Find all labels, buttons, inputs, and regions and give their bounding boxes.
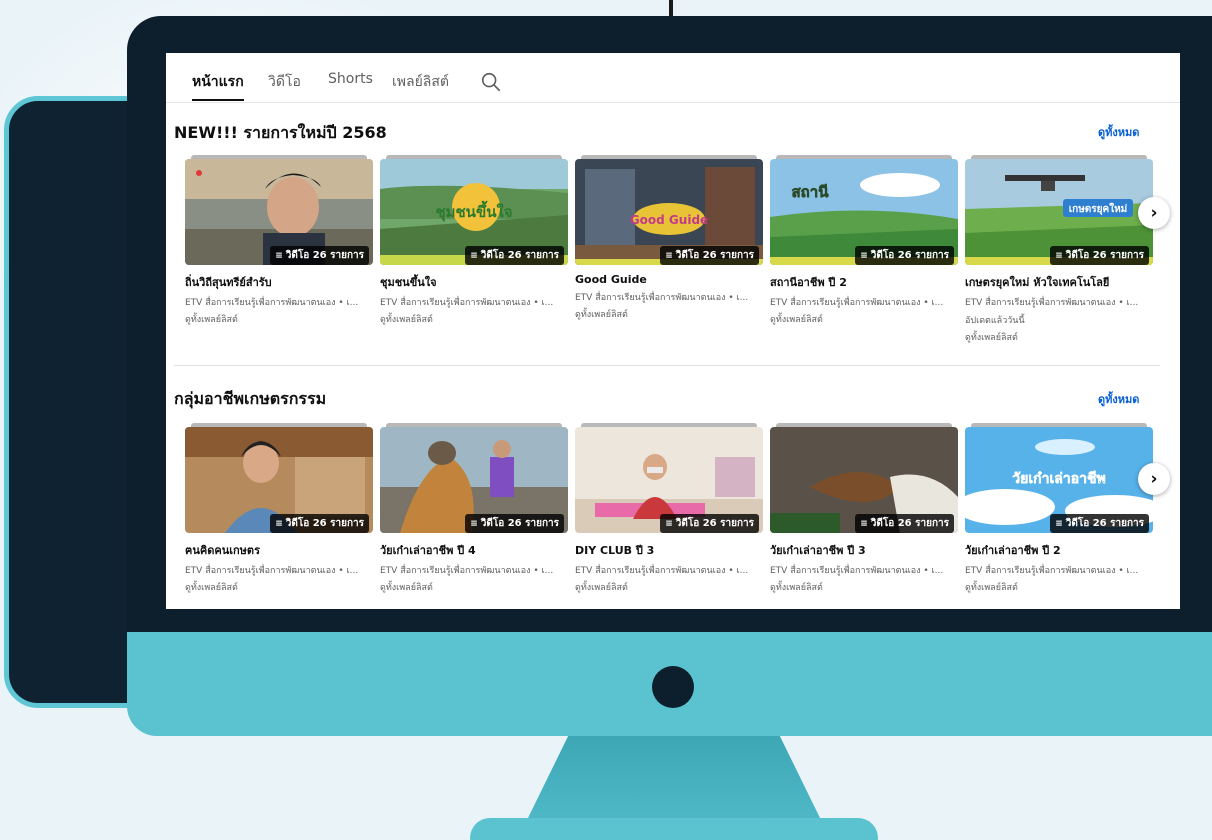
chevron-right-icon: ›: [1150, 469, 1158, 489]
monitor-stand-base: [470, 818, 878, 840]
playlist-card[interactable]: เกษตรยุคใหม่ ≡ วิดีโอ 26 รายการ เกษตรยุคใ…: [965, 155, 1153, 344]
view-playlist-link[interactable]: ดูทั้งเพลย์ลิสต์: [770, 312, 958, 326]
thumbnail-wrap: ≡ วิดีโอ 26 รายการ: [185, 155, 373, 269]
thumb-title-text: เกษตรยุคใหม่: [1069, 202, 1128, 215]
view-playlist-link[interactable]: ดูทั้งเพลย์ลิสต์: [575, 307, 763, 321]
tab-playlists[interactable]: เพลย์ลิสต์: [392, 71, 449, 93]
see-all-link[interactable]: ดูทั้งหมด: [1098, 123, 1139, 141]
view-playlist-link[interactable]: ดูทั้งเพลย์ลิสต์: [380, 312, 568, 326]
card-channel[interactable]: ETV สื่อการเรียนรู้เพื่อการพัฒนาตนเอง • …: [575, 290, 763, 304]
card-title[interactable]: ชุมชนขึ้นใจ: [380, 273, 568, 291]
thumbnail-wrap: Good Guide ≡ วิดีโอ 26 รายการ: [575, 155, 763, 269]
view-playlist-link[interactable]: ดูทั้งเพลย์ลิสต์: [965, 580, 1153, 594]
playlist-card[interactable]: ≡ วิดีโอ 26 รายการ DIY CLUB ปี 3 ETV สื่อ…: [575, 423, 763, 594]
video-count-badge: ≡ วิดีโอ 26 รายการ: [465, 514, 564, 533]
playlist-icon: ≡: [470, 250, 478, 261]
view-playlist-link[interactable]: ดูทั้งเพลย์ลิสต์: [575, 580, 763, 594]
playlist-card[interactable]: ≡ วิดีโอ 26 รายการ ฅนคิดคนเกษตร ETV สื่อก…: [185, 423, 373, 594]
card-channel[interactable]: ETV สื่อการเรียนรู้เพื่อการพัฒนาตนเอง • …: [380, 563, 568, 577]
next-arrow-button[interactable]: ›: [1138, 463, 1170, 495]
thumb-title-text: Good Guide: [630, 213, 708, 227]
thumbnail-wrap: ≡ วิดีโอ 26 รายการ: [575, 423, 763, 537]
thumbnail-wrap: วัยเก๋าเล่าอาชีพ ≡ วิดีโอ 26 รายการ: [965, 423, 1153, 537]
card-channel[interactable]: ETV สื่อการเรียนรู้เพื่อการพัฒนาตนเอง • …: [770, 295, 958, 309]
tab-shorts[interactable]: Shorts: [328, 71, 373, 87]
thumbnail-wrap: สถานี ≡ วิดีโอ 26 รายการ: [770, 155, 958, 269]
card-title[interactable]: วัยเก๋าเล่าอาชีพ ปี 4: [380, 541, 568, 559]
card-title[interactable]: สถานีอาชีพ ปี 2: [770, 273, 958, 291]
section-title-agriculture: กลุ่มอาชีพเกษตรกรรม: [174, 389, 327, 408]
card-title[interactable]: ถิ่นวิถีสุนทรีย์สำรับ: [185, 273, 373, 291]
card-updated: อัปเดตแล้ววันนี้: [965, 316, 1025, 326]
playlist-card[interactable]: Good Guide ≡ วิดีโอ 26 รายการ Good Guide …: [575, 155, 763, 321]
playlist-icon: ≡: [665, 518, 673, 529]
see-all-link[interactable]: ดูทั้งหมด: [1098, 390, 1139, 408]
playlist-icon: ≡: [860, 518, 868, 529]
video-count-badge: ≡ วิดีโอ 26 รายการ: [855, 514, 954, 533]
playlist-icon: ≡: [275, 518, 283, 529]
playlist-card[interactable]: วัยเก๋าเล่าอาชีพ ≡ วิดีโอ 26 รายการ วัยเก…: [965, 423, 1153, 594]
thumbnail-wrap: ชุมชนขึ้นใจ ≡ วิดีโอ 26 รายการ: [380, 155, 568, 269]
playlist-icon: ≡: [1055, 518, 1063, 529]
thumbnail-wrap: ≡ วิดีโอ 26 รายการ: [185, 423, 373, 537]
playlist-card[interactable]: ≡ วิดีโอ 26 รายการ วัยเก๋าเล่าอาชีพ ปี 3 …: [770, 423, 958, 594]
tab-videos[interactable]: วิดีโอ: [268, 71, 301, 93]
section-title-new: NEW!!! รายการใหม่ปี 2568: [174, 123, 387, 142]
video-count-badge: ≡ วิดีโอ 26 รายการ: [1050, 246, 1149, 265]
monitor-stand-neck: [527, 736, 821, 820]
next-arrow-button[interactable]: ›: [1138, 197, 1170, 229]
video-count-badge: ≡ วิดีโอ 26 รายการ: [855, 246, 954, 265]
thumb-title-text: สถานี: [792, 183, 830, 201]
screen: หน้าแรก วิดีโอ Shorts เพลย์ลิสต์ NEW!!! …: [166, 53, 1180, 609]
card-channel[interactable]: ETV สื่อการเรียนรู้เพื่อการพัฒนาตนเอง • …: [770, 563, 958, 577]
video-count-badge: ≡ วิดีโอ 26 รายการ: [1050, 514, 1149, 533]
thumbnail-wrap: ≡ วิดีโอ 26 รายการ: [380, 423, 568, 537]
view-playlist-link[interactable]: ดูทั้งเพลย์ลิสต์: [185, 312, 373, 326]
video-count-badge: ≡ วิดีโอ 26 รายการ: [465, 246, 564, 265]
video-count-badge: ≡ วิดีโอ 26 รายการ: [660, 246, 759, 265]
playlist-card[interactable]: ชุมชนขึ้นใจ ≡ วิดีโอ 26 รายการ ชุมชนขึ้นใ…: [380, 155, 568, 326]
view-playlist-link[interactable]: ดูทั้งเพลย์ลิสต์: [380, 580, 568, 594]
card-title[interactable]: DIY CLUB ปี 3: [575, 541, 763, 559]
card-title[interactable]: Good Guide: [575, 273, 763, 286]
card-channel[interactable]: ETV สื่อการเรียนรู้เพื่อการพัฒนาตนเอง • …: [380, 295, 568, 309]
section-divider: [174, 365, 1160, 366]
card-channel[interactable]: ETV สื่อการเรียนรู้เพื่อการพัฒนาตนเอง • …: [575, 563, 763, 577]
playlist-card[interactable]: ≡ วิดีโอ 26 รายการ วัยเก๋าเล่าอาชีพ ปี 4 …: [380, 423, 568, 594]
view-playlist-link[interactable]: ดูทั้งเพลย์ลิสต์: [965, 330, 1153, 344]
view-playlist-link[interactable]: ดูทั้งเพลย์ลิสต์: [185, 580, 373, 594]
card-title[interactable]: เกษตรยุคใหม่ หัวใจเทคโนโลยี: [965, 273, 1153, 291]
playlist-icon: ≡: [275, 250, 283, 261]
playlist-icon: ≡: [860, 250, 868, 261]
channel-tabs: หน้าแรก วิดีโอ Shorts เพลย์ลิสต์: [166, 53, 1180, 103]
tab-home[interactable]: หน้าแรก: [192, 71, 244, 101]
playlist-icon: ≡: [665, 250, 673, 261]
thumb-title-text: ชุมชนขึ้นใจ: [435, 200, 512, 222]
card-channel[interactable]: ETV สื่อการเรียนรู้เพื่อการพัฒนาตนเอง • …: [965, 563, 1153, 577]
card-channel[interactable]: ETV สื่อการเรียนรู้เพื่อการพัฒนาตนเอง • …: [965, 295, 1153, 309]
thumb-title-text: วัยเก๋าเล่าอาชีพ: [1012, 471, 1105, 487]
search-icon[interactable]: [480, 71, 502, 93]
video-count-badge: ≡ วิดีโอ 26 รายการ: [270, 246, 369, 265]
card-title[interactable]: วัยเก๋าเล่าอาชีพ ปี 2: [965, 541, 1153, 559]
view-playlist-link[interactable]: ดูทั้งเพลย์ลิสต์: [770, 580, 958, 594]
card-title[interactable]: ฅนคิดคนเกษตร: [185, 541, 373, 559]
thumbnail-wrap: เกษตรยุคใหม่ ≡ วิดีโอ 26 รายการ: [965, 155, 1153, 269]
playlist-card[interactable]: สถานี ≡ วิดีโอ 26 รายการ สถานีอาชีพ ปี 2 …: [770, 155, 958, 326]
monitor-power-dot: [652, 666, 694, 708]
card-channel[interactable]: ETV สื่อการเรียนรู้เพื่อการพัฒนาตนเอง • …: [185, 295, 373, 309]
video-count-badge: ≡ วิดีโอ 26 รายการ: [660, 514, 759, 533]
card-channel[interactable]: ETV สื่อการเรียนรู้เพื่อการพัฒนาตนเอง • …: [185, 563, 373, 577]
video-count-badge: ≡ วิดีโอ 26 รายการ: [270, 514, 369, 533]
chevron-right-icon: ›: [1150, 203, 1158, 223]
card-title[interactable]: วัยเก๋าเล่าอาชีพ ปี 3: [770, 541, 958, 559]
hanging-cord: [669, 0, 673, 16]
playlist-icon: ≡: [1055, 250, 1063, 261]
playlist-card[interactable]: ≡ วิดีโอ 26 รายการ ถิ่นวิถีสุนทรีย์สำรับ …: [185, 155, 373, 326]
thumbnail-wrap: ≡ วิดีโอ 26 รายการ: [770, 423, 958, 537]
playlist-icon: ≡: [470, 518, 478, 529]
